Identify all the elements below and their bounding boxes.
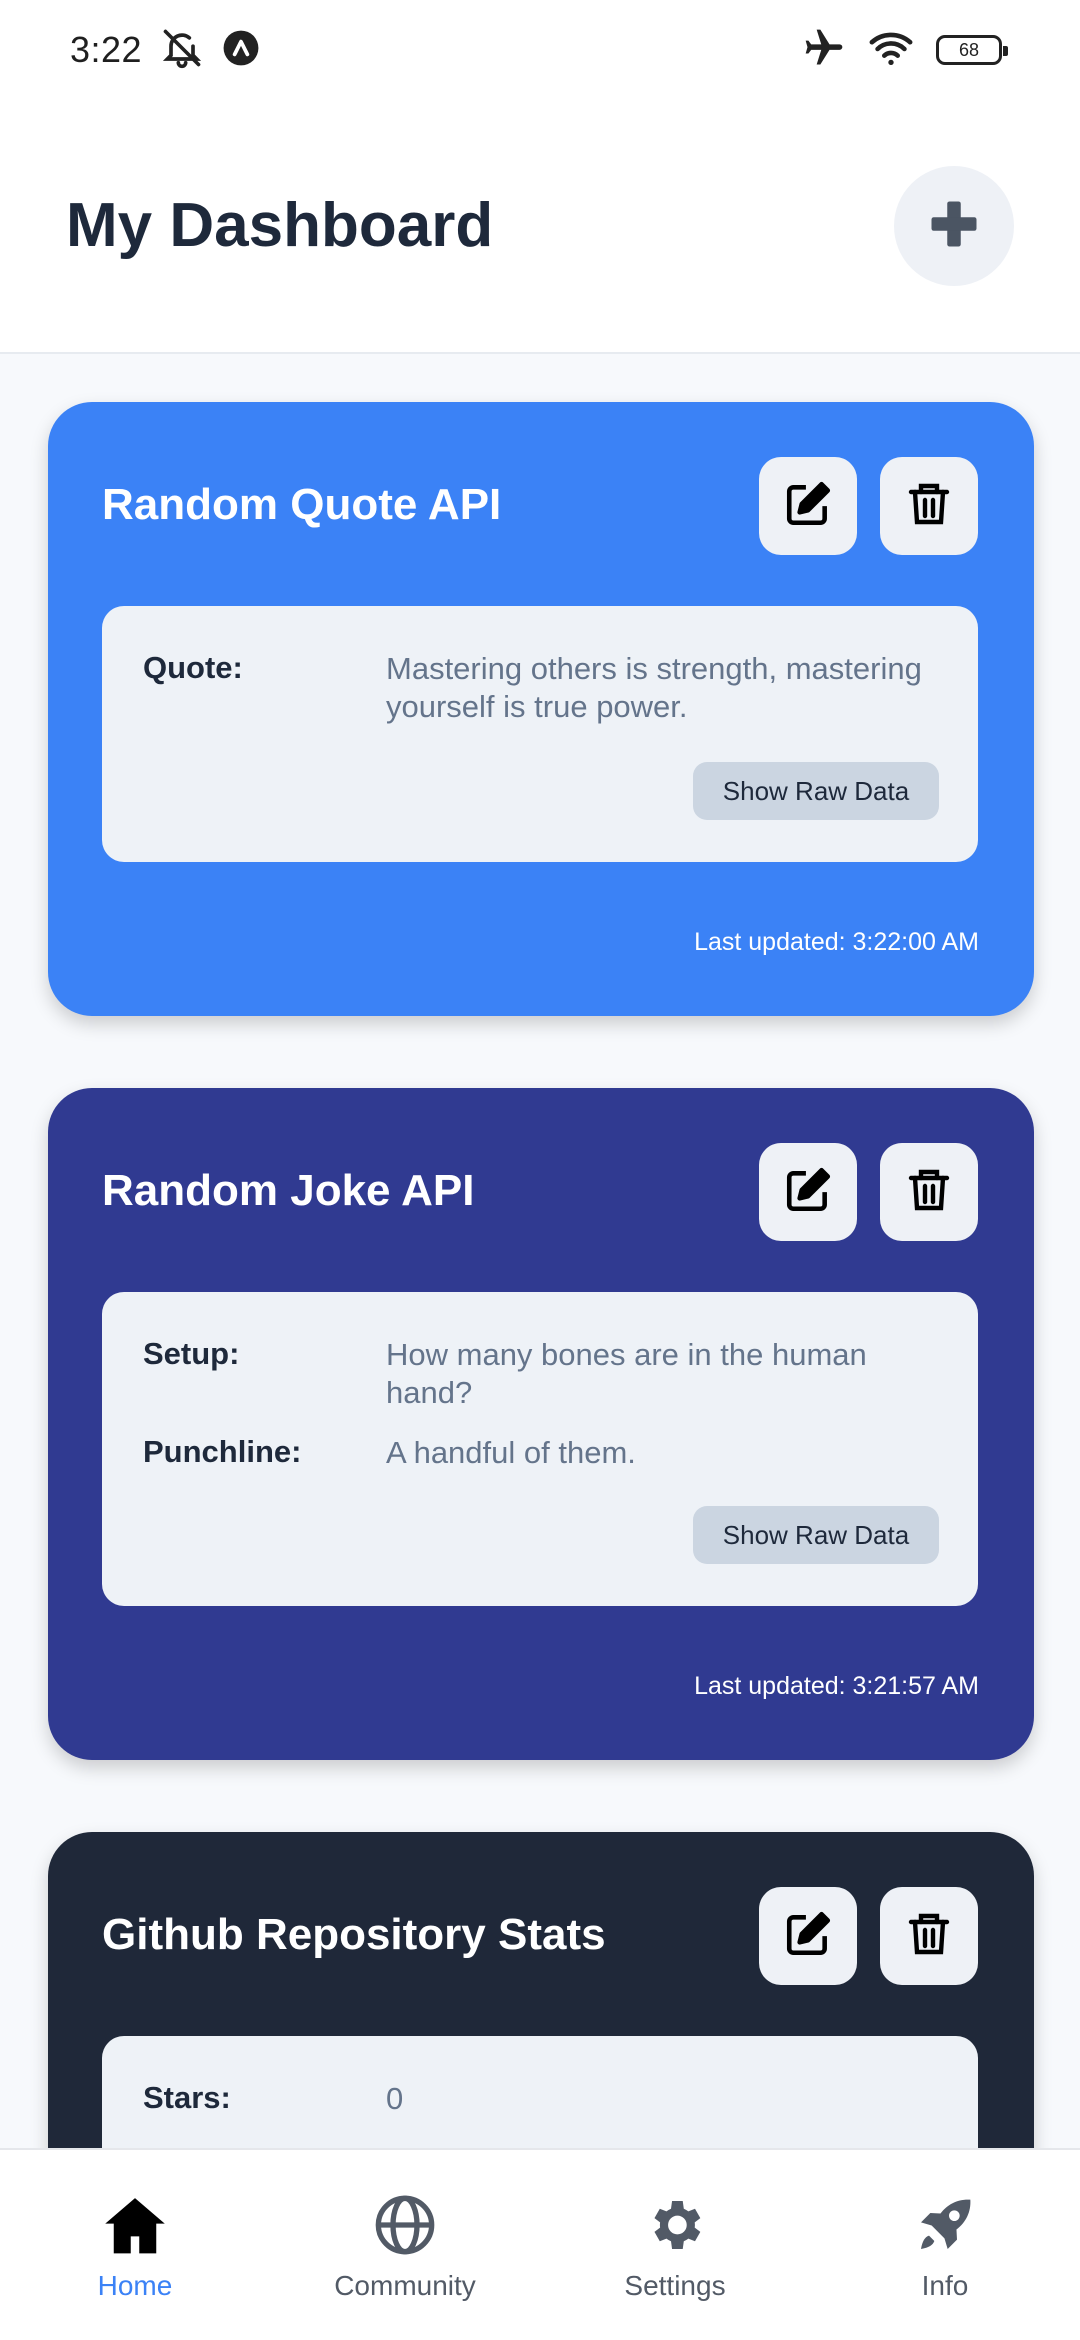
last-updated: Last updated: 3:21:57 AM [694,1672,979,1700]
last-updated: Last updated: 3:22:00 AM [694,928,979,956]
battery-level: 68 [958,39,980,60]
status-bar: 3:22 68 [0,0,1080,100]
field-value: How many bones are in the human hand? [386,1337,867,1410]
widget-card-joke: Random Joke API Setup: How many bones ar… [48,1088,1034,1760]
card-content: Setup: How many bones are in the human h… [102,1292,978,1606]
nav-label: Community [334,2270,476,2301]
field-label: Punchline: [143,1434,302,1469]
add-widget-button[interactable] [894,166,1014,286]
field-value: A handful of them. [386,1435,636,1470]
field-value: Mastering others is strength, mastering … [386,651,922,724]
nav-item-info[interactable]: Info [845,2190,1045,2310]
status-right: 68 [802,26,1008,75]
nav-item-community[interactable]: Community [305,2190,505,2310]
rocket-icon [910,2190,980,2260]
field-label: Setup: [143,1336,240,1371]
nav-item-home[interactable]: Home [35,2190,235,2310]
status-time: 3:22 [70,29,143,70]
wifi-icon [868,28,914,73]
delete-button[interactable] [880,1887,978,1985]
field-label: Stars: [143,2080,231,2115]
field-value: 0 [386,2081,404,2116]
delete-button[interactable] [880,1143,978,1241]
gear-icon [640,2190,710,2260]
trash-icon [905,1165,953,1220]
show-raw-data-button[interactable]: Show Raw Data [693,762,939,820]
card-title: Github Repository Stats [102,1910,606,1959]
app-header: My Dashboard [0,100,1080,354]
nav-label: Info [921,2270,969,2301]
status-left: 3:22 [70,26,260,75]
page-title: My Dashboard [66,191,494,260]
home-icon [100,2190,170,2260]
delete-button[interactable] [880,457,978,555]
field-label: Quote: [143,650,243,685]
bell-off-icon [160,26,204,75]
nav-item-settings[interactable]: Settings [575,2190,775,2310]
card-content: Quote: Mastering others is strength, mas… [102,606,978,862]
show-raw-data-button[interactable]: Show Raw Data [693,1506,939,1564]
edit-icon [783,1909,833,1964]
nav-label: Home [97,2270,173,2301]
edit-button[interactable] [759,457,857,555]
edit-icon [783,1165,833,1220]
battery-icon: 68 [936,35,1008,65]
plus-icon [927,197,981,256]
globe-icon [370,2190,440,2260]
card-title: Random Quote API [102,480,502,529]
notification-app-icon [222,29,260,72]
edit-button[interactable] [759,1887,857,1985]
edit-icon [783,479,833,534]
bottom-nav: Home Community Settings Info [0,2148,1080,2340]
trash-icon [905,479,953,534]
trash-icon [905,1909,953,1964]
nav-label: Settings [624,2270,726,2301]
widget-card-quote: Random Quote API Quote: Mastering others… [48,402,1034,1016]
edit-button[interactable] [759,1143,857,1241]
card-title: Random Joke API [102,1166,475,1215]
airplane-icon [802,26,846,75]
